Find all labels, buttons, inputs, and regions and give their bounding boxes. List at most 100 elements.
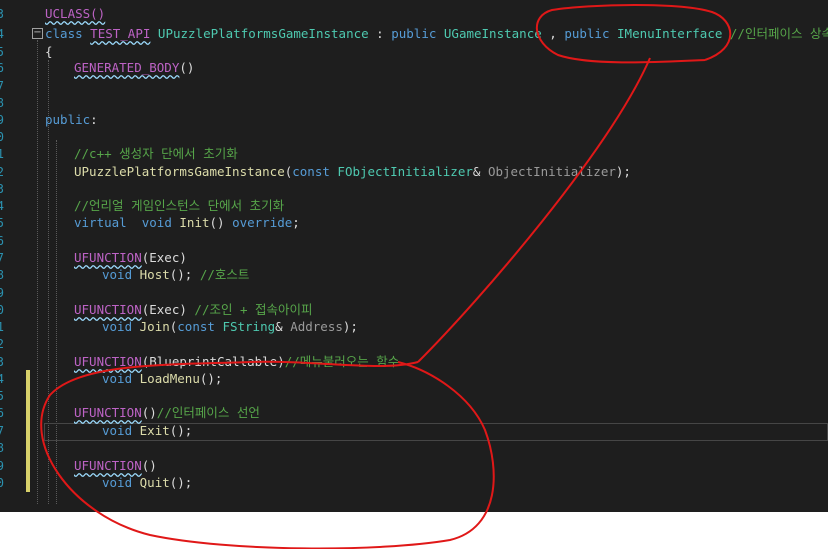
code-line[interactable]: public: <box>45 111 828 129</box>
macro-token: UCLASS() <box>45 6 106 21</box>
punct-token: ); <box>342 319 358 334</box>
code-line[interactable]: UCLASS() <box>45 5 828 23</box>
code-line[interactable]: class TEST_API UPuzzlePlatformsGameInsta… <box>45 25 828 43</box>
change-marker <box>26 370 30 388</box>
change-marker <box>26 388 30 406</box>
keyword-token: void <box>141 215 172 230</box>
keyword-token: void <box>102 423 133 438</box>
comment-token: //호스트 <box>199 267 250 282</box>
code-line[interactable]: UFUNCTION()//인터페이스 선언 <box>74 404 828 422</box>
collapse-toggle-icon[interactable]: − <box>32 28 43 39</box>
function-token: Join <box>139 319 170 334</box>
line-number: 6 <box>0 61 4 75</box>
code-line[interactable]: void Exit(); <box>102 422 828 440</box>
change-marker <box>26 457 30 475</box>
line-number: 7 <box>0 251 4 265</box>
line-number: 3 <box>0 355 4 369</box>
keyword-token: void <box>102 319 133 334</box>
line-number: 4 <box>0 372 4 386</box>
keyword-token: virtual <box>74 215 127 230</box>
line-number: 7 <box>0 79 4 93</box>
code-line[interactable]: void Join(const FString& Address); <box>102 318 828 336</box>
line-number: 0 <box>0 130 4 144</box>
indent-guide <box>37 40 38 504</box>
param-token: Address <box>290 319 343 334</box>
line-number: 1 <box>0 320 4 334</box>
keyword-token: override <box>232 215 293 230</box>
code-editor[interactable]: 3 4 5 6 7 8 9 0 1 2 3 4 5 6 7 8 9 0 1 2 … <box>0 0 828 512</box>
line-number: 3 <box>0 7 4 21</box>
code-line[interactable]: //c++ 생성자 단에서 초기화 <box>74 145 828 163</box>
punct-token: (BlueprintCallable) <box>141 354 285 369</box>
code-line[interactable]: UFUNCTION(Exec) <box>74 249 828 267</box>
keyword-token: void <box>102 267 133 282</box>
keyword-token: void <box>102 475 133 490</box>
change-marker <box>26 405 30 423</box>
function-token: Quit <box>139 475 170 490</box>
code-line[interactable]: UPuzzlePlatformsGameInstance(const FObje… <box>74 163 828 181</box>
punct-token: () <box>209 215 233 230</box>
comment-token: //언리얼 게임인스턴스 단에서 초기화 <box>74 198 285 213</box>
code-line[interactable]: UFUNCTION(Exec) //조인 + 접속아이피 <box>74 301 828 319</box>
line-number: 0 <box>0 476 4 490</box>
line-number: 2 <box>0 165 4 179</box>
code-line[interactable]: virtual void Init() override; <box>74 214 828 232</box>
change-marker <box>26 440 30 458</box>
punct-token: : <box>90 112 98 127</box>
line-number: 0 <box>0 303 4 317</box>
punct-token: (Exec) <box>141 302 195 317</box>
punct-token: ); <box>615 164 631 179</box>
code-line[interactable]: //언리얼 게임인스턴스 단에서 초기화 <box>74 197 828 215</box>
line-number: 4 <box>0 27 4 41</box>
comment-token: //메뉴불러오는 함수 <box>284 354 400 369</box>
line-number: 1 <box>0 147 4 161</box>
punct-token: , <box>541 26 565 41</box>
brace-token: { <box>45 44 53 59</box>
code-line[interactable]: void Quit(); <box>102 474 828 492</box>
line-number: 4 <box>0 199 4 213</box>
change-marker <box>26 422 30 440</box>
type-token: IMenuInterface <box>617 26 723 41</box>
function-token: Host <box>139 267 170 282</box>
keyword-token: public <box>391 26 437 41</box>
punct-token: : <box>368 26 392 41</box>
code-line[interactable]: UFUNCTION(BlueprintCallable)//메뉴불러오는 함수 <box>74 353 828 371</box>
punct-token: ; <box>292 215 300 230</box>
punct-token: & <box>472 164 488 179</box>
code-line[interactable]: GENERATED_BODY() <box>74 59 828 77</box>
comment-token: //조인 + 접속아이피 <box>194 302 313 317</box>
macro-token: TEST_API <box>90 26 151 41</box>
macro-token: UFUNCTION <box>74 405 142 420</box>
type-token: FString <box>222 319 276 334</box>
punct-token: (); <box>169 267 200 282</box>
code-line[interactable]: void LoadMenu(); <box>102 370 828 388</box>
line-number: 8 <box>0 441 4 455</box>
line-number: 8 <box>0 96 4 110</box>
keyword-token: class <box>45 26 83 41</box>
line-number: 6 <box>0 234 4 248</box>
macro-token: UFUNCTION <box>74 302 142 317</box>
line-number: 7 <box>0 424 4 438</box>
function-token: Exit <box>139 423 170 438</box>
keyword-token: public <box>45 112 91 127</box>
punct-token: (); <box>199 371 223 386</box>
punct-token: (); <box>169 423 193 438</box>
macro-token: UFUNCTION <box>74 354 142 369</box>
line-number: 9 <box>0 286 4 300</box>
code-line[interactable]: void Host(); //호스트 <box>102 266 828 284</box>
punct-token: (); <box>169 475 193 490</box>
function-token: UPuzzlePlatformsGameInstance <box>74 164 285 179</box>
keyword-token: void <box>102 371 133 386</box>
change-marker <box>26 474 30 492</box>
comment-token: //c++ 생성자 단에서 초기화 <box>74 146 238 161</box>
line-number: 5 <box>0 216 4 230</box>
macro-token: GENERATED_BODY <box>74 60 180 75</box>
line-number: 3 <box>0 182 4 196</box>
macro-token: UFUNCTION <box>74 458 142 473</box>
type-token: UGameInstance <box>443 26 542 41</box>
code-line[interactable]: UFUNCTION() <box>74 457 828 475</box>
